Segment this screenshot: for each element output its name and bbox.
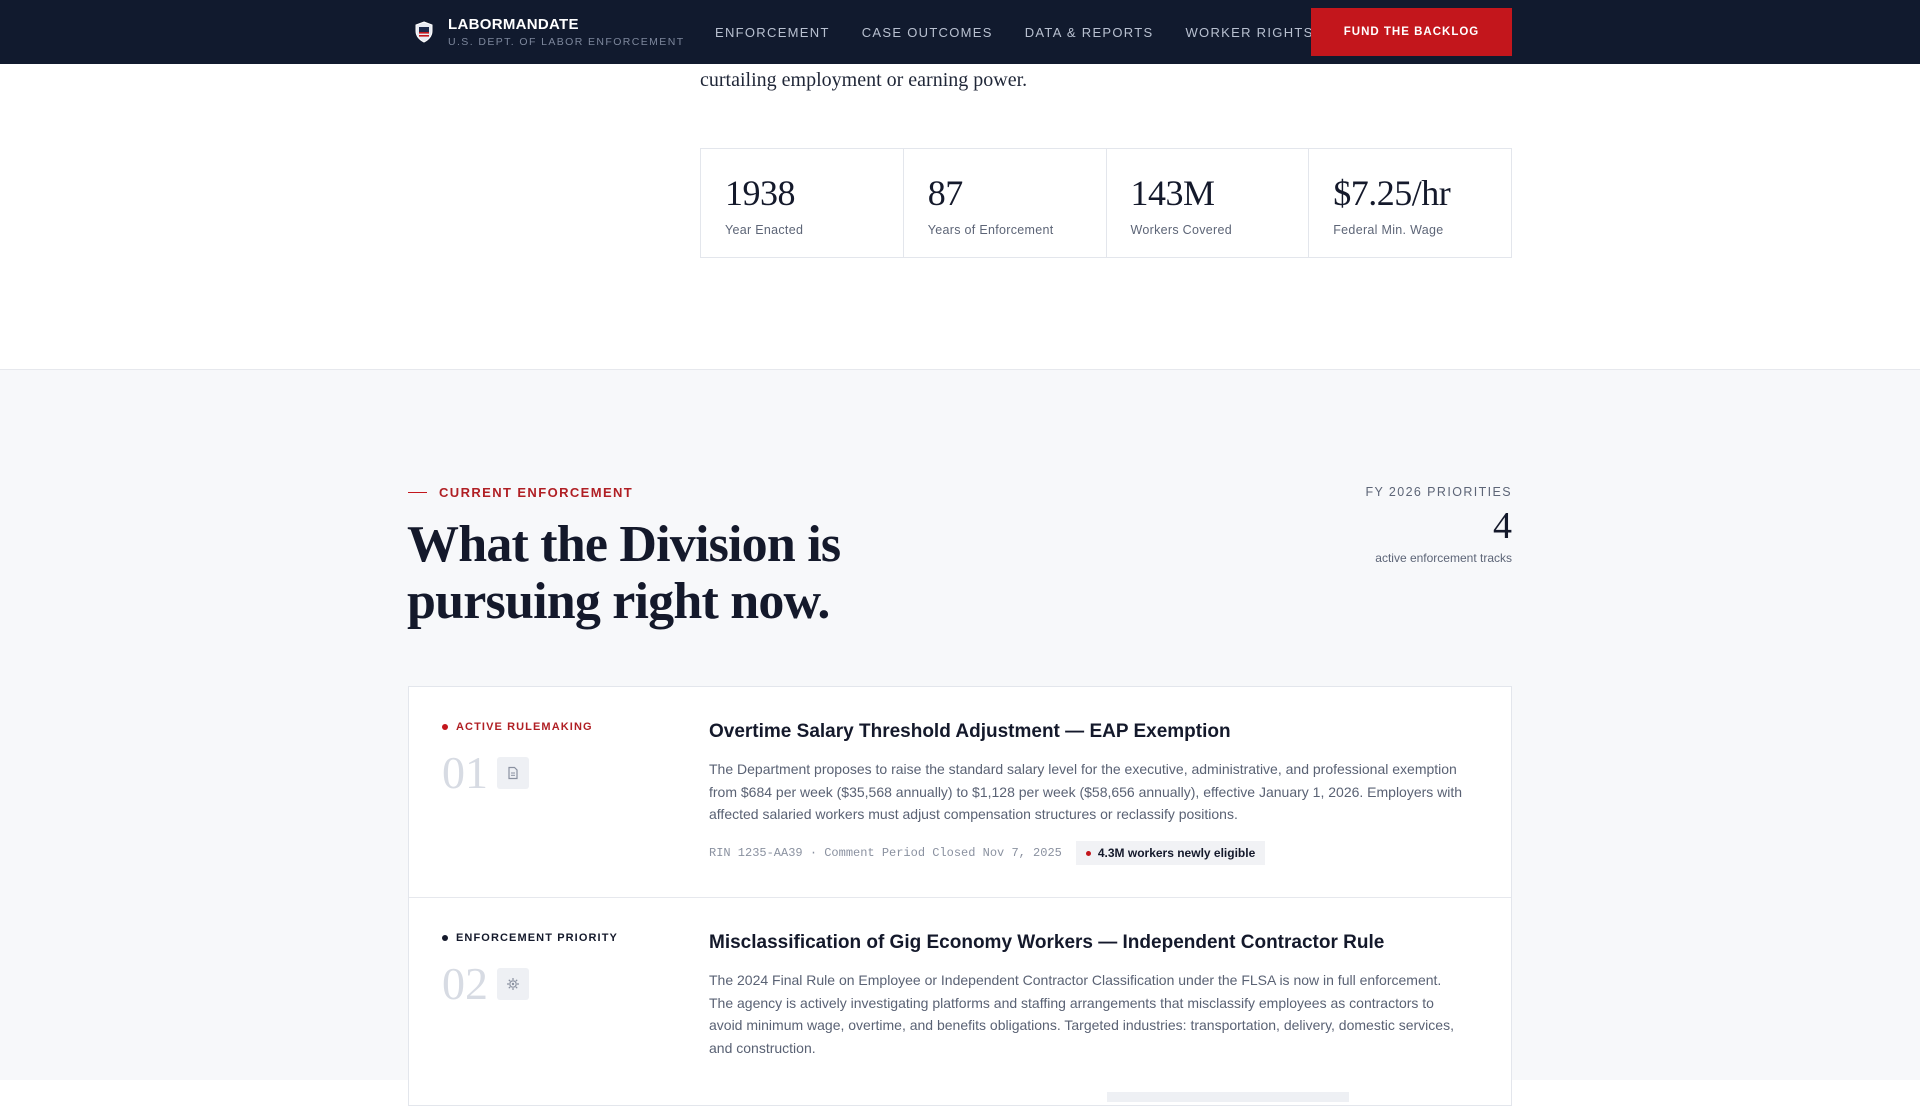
section-headline: What the Division is pursuing right now. xyxy=(407,516,841,630)
tag-dot xyxy=(442,935,448,941)
stat-label: Federal Min. Wage xyxy=(1333,223,1444,237)
eyebrow-text: CURRENT ENFORCEMENT xyxy=(439,485,634,500)
stat-value: 1938 xyxy=(725,173,795,213)
card-title[interactable]: Overtime Salary Threshold Adjustment — E… xyxy=(709,721,1231,743)
stats-grid: 1938 Year Enacted 87 Years of Enforcemen… xyxy=(700,148,1512,258)
stat-year-enacted: 1938 Year Enacted xyxy=(701,149,904,257)
gear-icon xyxy=(497,968,529,1000)
card-meta: RIN 1235-AA39 · Comment Period Closed No… xyxy=(709,841,1266,865)
priorities-summary: FY 2026 PRIORITIES 4 active enforcement … xyxy=(1365,485,1512,565)
current-enforcement-section: CURRENT ENFORCEMENT What the Division is… xyxy=(0,369,1920,1106)
tag-label: ACTIVE RULEMAKING xyxy=(456,721,593,733)
card-number: 01 xyxy=(442,747,488,798)
card-meta-text: RIN 1235-AA39 · Comment Period Closed No… xyxy=(709,846,1062,860)
eyebrow-line xyxy=(408,492,427,493)
stat-label: Year Enacted xyxy=(725,223,804,237)
fund-backlog-button[interactable]: FUND THE BACKLOG xyxy=(1311,8,1512,56)
nav-link-worker-rights[interactable]: WORKER RIGHTS xyxy=(1185,25,1313,40)
enforcement-card[interactable]: ENFORCEMENT PRIORITY 02 Misclassificatio… xyxy=(409,898,1511,1109)
card-description: The 2024 Final Rule on Employee or Indep… xyxy=(709,972,1454,1056)
document-icon xyxy=(497,757,529,789)
nav-link-data-reports[interactable]: DATA & REPORTS xyxy=(1025,25,1154,40)
badge-dot xyxy=(1085,850,1091,856)
priorities-count: 4 xyxy=(1493,505,1512,547)
nav-link-case-outcomes[interactable]: CASE OUTCOMES xyxy=(862,25,993,40)
impact-badge: 4.3M workers newly eligible xyxy=(1075,841,1266,865)
stat-label: Years of Enforcement xyxy=(927,223,1054,237)
stat-workers-covered: 143M Workers Covered xyxy=(1107,149,1310,257)
intro-text: curtailing employment or earning power. xyxy=(700,69,1028,91)
stat-years-enforcement: 87 Years of Enforcement xyxy=(904,149,1107,257)
tag-dot xyxy=(442,724,448,730)
stat-label: Workers Covered xyxy=(1130,223,1233,237)
section-eyebrow: CURRENT ENFORCEMENT xyxy=(408,485,633,500)
brand[interactable]: LABORMANDATE U.S. DEPT. OF LABOR ENFORCE… xyxy=(414,0,685,64)
priorities-label: FY 2026 PRIORITIES xyxy=(1365,485,1512,499)
brand-name: LABORMANDATE xyxy=(448,16,579,33)
card-description: The Department proposes to raise the sta… xyxy=(709,761,1463,822)
tag-label: ENFORCEMENT PRIORITY xyxy=(456,932,618,944)
card-number: 02 xyxy=(442,958,488,1009)
stat-min-wage: $7.25/hr Federal Min. Wage xyxy=(1309,149,1511,257)
card-title[interactable]: Misclassification of Gig Economy Workers… xyxy=(709,932,1384,954)
shield-icon xyxy=(415,21,433,43)
priorities-subtitle: active enforcement tracks xyxy=(1375,551,1512,565)
card-tag: ENFORCEMENT PRIORITY xyxy=(442,932,618,944)
brand-subtitle: U.S. DEPT. OF LABOR ENFORCEMENT xyxy=(448,36,685,48)
nav-links: ENFORCEMENT CASE OUTCOMES DATA & REPORTS… xyxy=(715,0,1346,64)
impact-badge-partial xyxy=(1107,1092,1349,1102)
badge-text: 4.3M workers newly eligible xyxy=(1097,846,1256,860)
enforcement-list: ACTIVE RULEMAKING 01 Overtime Salary Thr… xyxy=(408,686,1512,1106)
card-tag: ACTIVE RULEMAKING xyxy=(442,721,593,733)
stat-value: 143M xyxy=(1130,173,1216,213)
nav-link-enforcement[interactable]: ENFORCEMENT xyxy=(715,25,830,40)
stat-value: $7.25/hr xyxy=(1333,173,1451,213)
top-nav: LABORMANDATE U.S. DEPT. OF LABOR ENFORCE… xyxy=(0,0,1920,64)
stat-value: 87 xyxy=(927,173,963,213)
enforcement-card[interactable]: ACTIVE RULEMAKING 01 Overtime Salary Thr… xyxy=(409,687,1511,898)
